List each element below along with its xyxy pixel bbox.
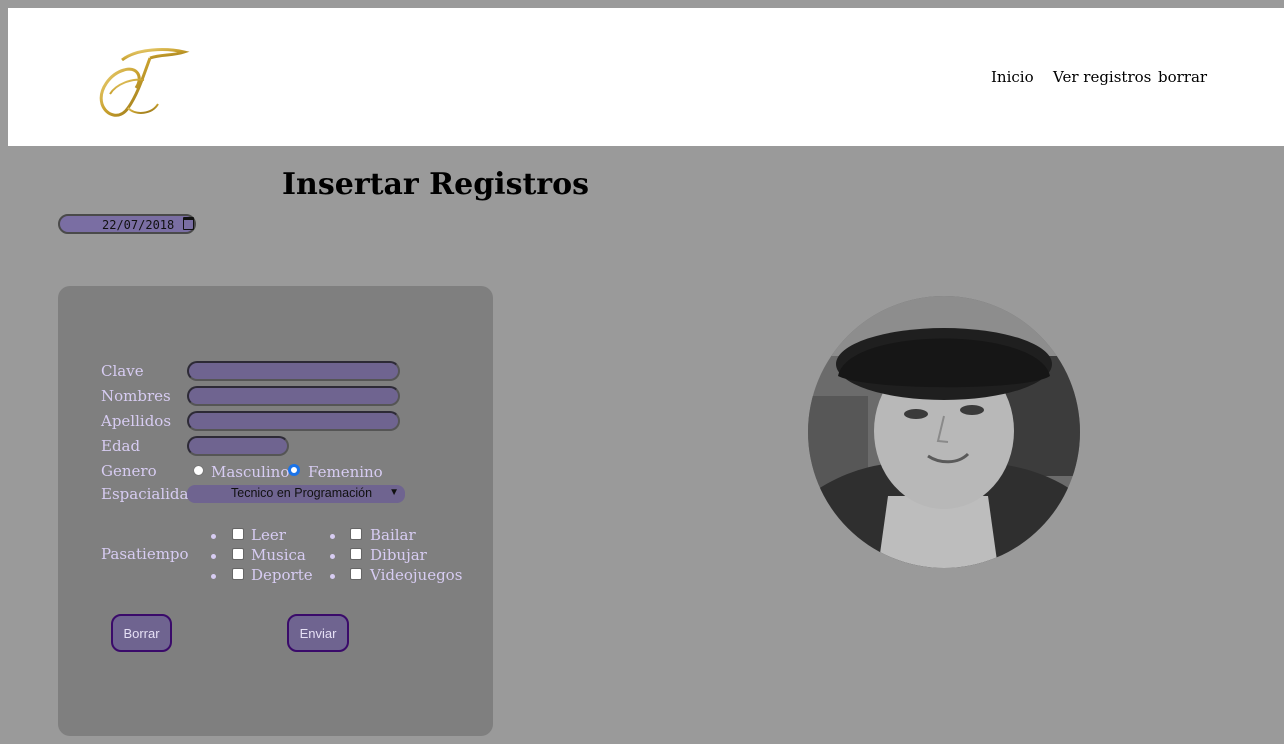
deporte-label: Deporte — [251, 566, 313, 584]
registration-form: Clave Nombres Apellidos Edad Genero Masc… — [58, 286, 493, 736]
dibujar-checkbox[interactable] — [350, 548, 362, 560]
genero-masculino-radio[interactable] — [193, 465, 204, 476]
profile-photo — [808, 296, 1080, 568]
pasatiempo-label: Pasatiempo — [101, 545, 189, 563]
enviar-button[interactable]: Enviar — [287, 614, 349, 652]
leer-label: Leer — [251, 526, 286, 544]
genero-label: Genero — [101, 462, 157, 480]
deporte-checkbox[interactable] — [232, 568, 244, 580]
date-value: 22/07/2018 — [102, 218, 175, 232]
apellidos-label: Apellidos — [101, 412, 172, 430]
calendar-icon[interactable] — [183, 217, 194, 230]
videojuegos-label: Videojuegos — [370, 566, 463, 584]
musica-checkbox[interactable] — [232, 548, 244, 560]
dibujar-label: Dibujar — [370, 546, 427, 564]
bullet-icon — [330, 574, 335, 579]
nav-inicio-link[interactable]: Inicio — [991, 68, 1034, 86]
bullet-icon — [211, 534, 216, 539]
page-title: Insertar Registros — [282, 167, 590, 202]
date-input[interactable]: 22/07/2018 — [58, 214, 196, 234]
nav-ver-registros-link[interactable]: Ver registros — [1053, 68, 1151, 86]
clave-input[interactable] — [187, 361, 400, 381]
especialidad-label: Espacialidad — [101, 485, 199, 503]
genero-femenino-radio[interactable] — [288, 464, 300, 476]
bullet-icon — [330, 534, 335, 539]
edad-input[interactable] — [187, 436, 289, 456]
borrar-button[interactable]: Borrar — [111, 614, 172, 652]
bailar-label: Bailar — [370, 526, 416, 544]
logo-icon[interactable] — [92, 44, 192, 124]
profile-photo-image — [808, 296, 1080, 568]
header: Inicio Ver registros borrar — [8, 8, 1284, 146]
bullet-icon — [211, 574, 216, 579]
genero-masculino-label: Masculino — [211, 463, 290, 481]
nombres-label: Nombres — [101, 387, 171, 405]
nav-borrar-link[interactable]: borrar — [1158, 68, 1207, 86]
genero-femenino-label: Femenino — [308, 463, 383, 481]
leer-checkbox[interactable] — [232, 528, 244, 540]
clave-label: Clave — [101, 362, 144, 380]
edad-label: Edad — [101, 437, 141, 455]
bullet-icon — [211, 554, 216, 559]
especialidad-selected: Tecnico en Programación — [231, 486, 373, 500]
nombres-input[interactable] — [187, 386, 400, 406]
apellidos-input[interactable] — [187, 411, 400, 431]
videojuegos-checkbox[interactable] — [350, 568, 362, 580]
bailar-checkbox[interactable] — [350, 528, 362, 540]
chevron-down-icon: ▼ — [389, 487, 399, 498]
musica-label: Musica — [251, 546, 306, 564]
bullet-icon — [330, 554, 335, 559]
especialidad-select[interactable]: Tecnico en Programación ▼ — [187, 485, 405, 503]
